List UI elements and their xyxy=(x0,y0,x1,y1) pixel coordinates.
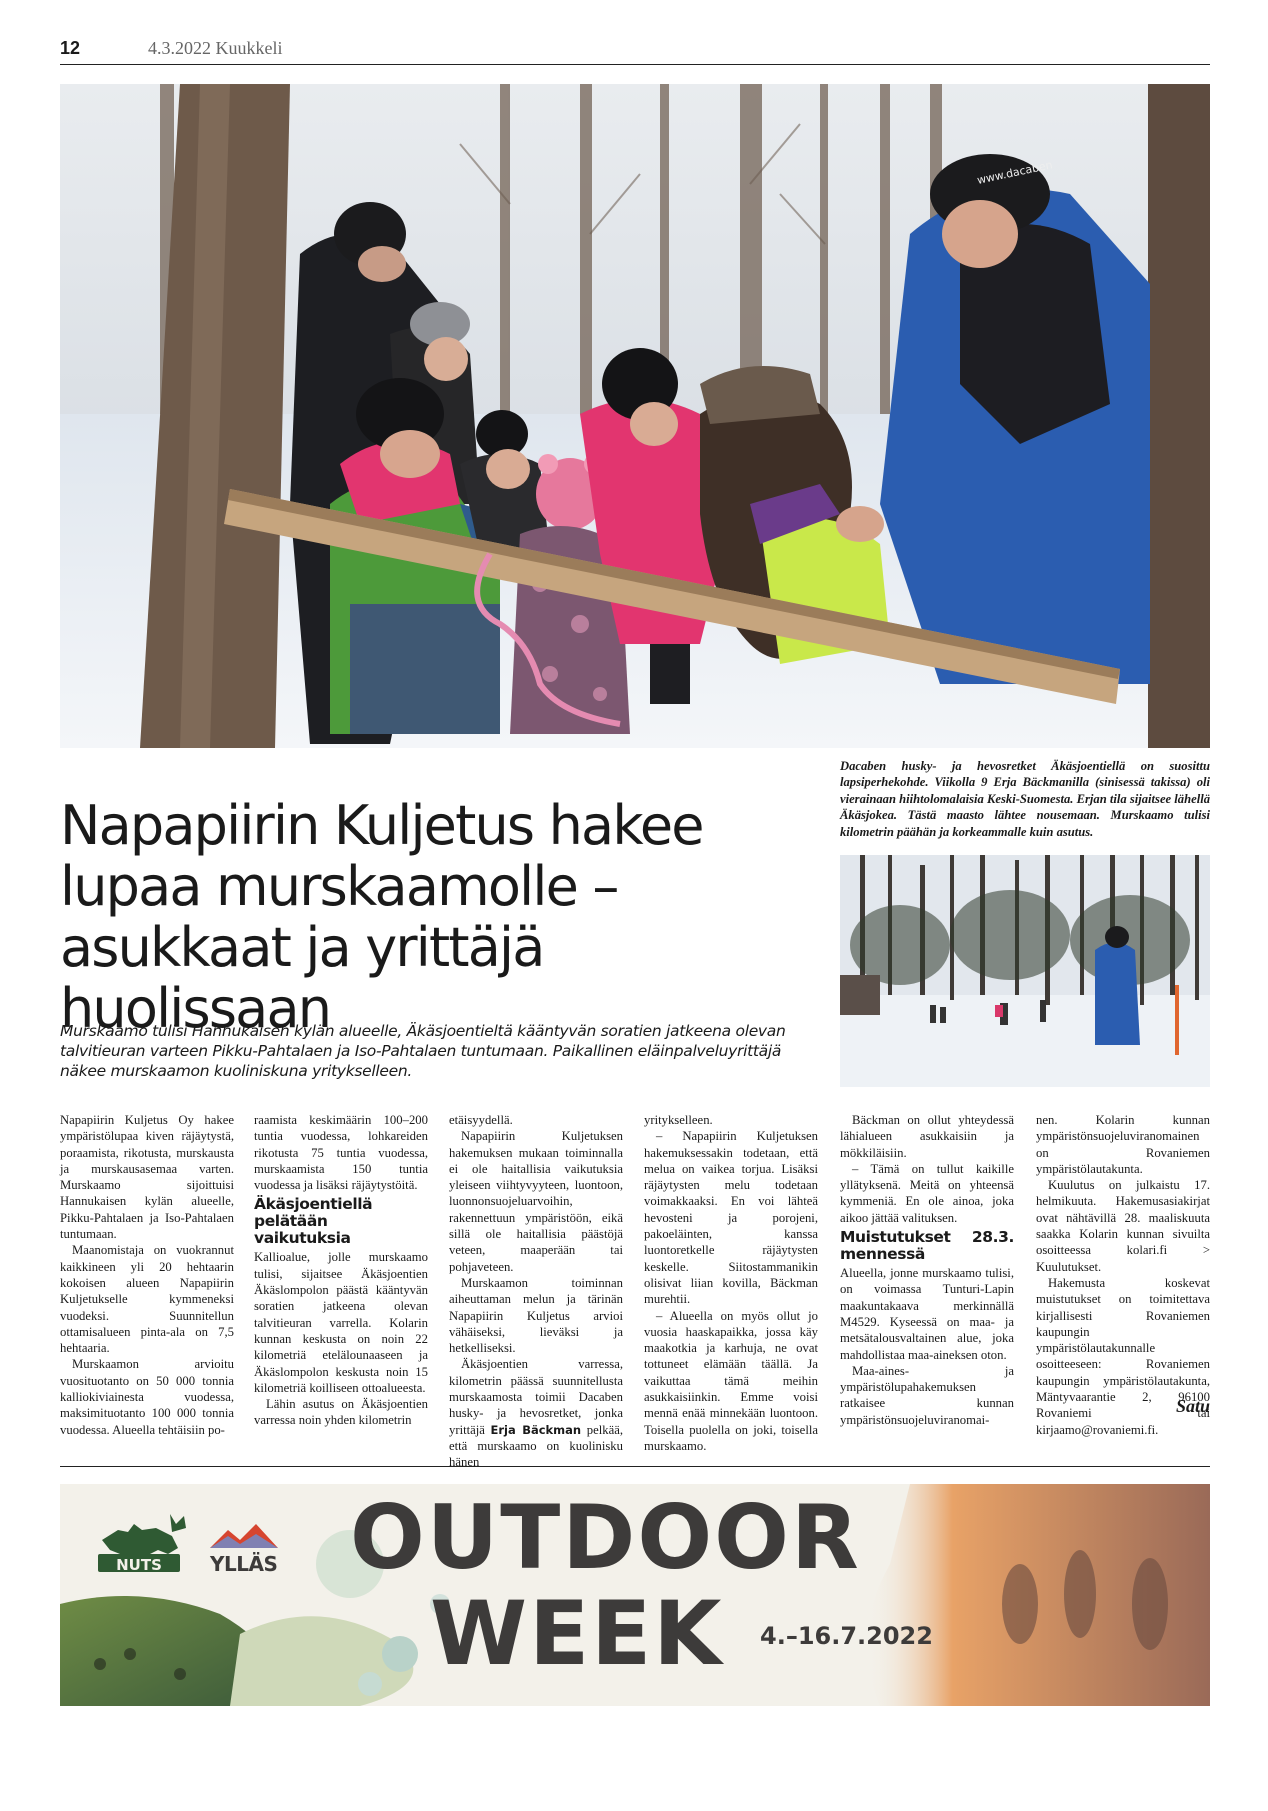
ad-dates: 4.–16.7.2022 xyxy=(760,1622,933,1650)
body-column-3: etäisyydellä. Napapiirin Kuljetuksen hak… xyxy=(449,1112,623,1471)
main-photo-illustration: www.dacaben xyxy=(60,84,1210,748)
yllas-logo: YLLÄS xyxy=(210,1552,278,1576)
secondary-photo-illustration xyxy=(840,855,1210,1087)
issue-date: 4.3.2022 Kuukkeli xyxy=(148,38,283,58)
body-column-1: Napapiirin Kuljetus Oy hakee ympäristölu… xyxy=(60,1112,234,1438)
body-column-4: yritykselleen. – Napapiirin Kuljetuksen … xyxy=(644,1112,818,1454)
paragraph: Murskaamon arvioitu vuosituotanto on 50 … xyxy=(60,1357,234,1437)
paragraph: Kallioalue, jolle murskaamo tulisi, sija… xyxy=(254,1250,428,1395)
photo-caption: Dacaben husky- ja hevosretket Äkäsjoenti… xyxy=(840,759,1210,839)
author-signature: Satu xyxy=(1175,1396,1210,1416)
page-number: 12 xyxy=(60,38,81,58)
subheading: Äkäsjoentiellä pelätään vaikutuksia xyxy=(254,1195,373,1248)
body-column-5: Bäckman on ollut yhteydessä lähialueen a… xyxy=(840,1112,1014,1428)
paragraph: Murskaamon toiminnan aiheuttaman melun j… xyxy=(449,1275,623,1356)
person-name: Erja Bäckman xyxy=(490,1422,582,1437)
ad-title-outdoor: OUTDOOR xyxy=(350,1486,861,1589)
page-header: 12 4.3.2022 Kuukkeli xyxy=(60,38,1210,65)
paragraph: Maanomistaja on vuokrannut kaikkineen yl… xyxy=(60,1243,234,1356)
paragraph: Napapiirin Kuljetuksen hakemuksen mukaan… xyxy=(449,1129,623,1274)
paragraph: raamista keskimäärin 100–200 tuntia vuod… xyxy=(254,1113,428,1193)
headline: Napapiirin Kuljetus hakee lupaa murskaam… xyxy=(60,794,705,1040)
paragraph: yritykselleen. xyxy=(644,1113,713,1127)
paragraph: Napapiirin Kuljetus Oy hakee ympäristölu… xyxy=(60,1113,234,1242)
paragraph: Lähin asutus on Äkäsjoentien varressa no… xyxy=(254,1397,428,1428)
lead-paragraph: Murskaamo tulisi Hannukaisen kylän aluee… xyxy=(60,1022,786,1080)
advertisement-banner[interactable]: NUTS YLLÄS OUTDOOR WEEK 4.–16.7.2022 xyxy=(60,1484,1210,1706)
nuts-logo: NUTS xyxy=(116,1556,162,1574)
paragraph: Äkäsjoentien varressa, kilometrin päässä… xyxy=(449,1356,623,1470)
paragraph: Maa-aines- ja ympäristölupahakemuksen ra… xyxy=(840,1363,1014,1427)
body-column-2: raamista keskimäärin 100–200 tuntia vuod… xyxy=(254,1112,428,1429)
paragraph: – Alueella on myös ollut jo vuosia haask… xyxy=(644,1308,818,1453)
paragraph: Bäckman on ollut yhteydessä lähialueen a… xyxy=(840,1113,1014,1160)
body-column-6: nen. Kolarin kunnan ympäristönsuojeluvir… xyxy=(1036,1112,1210,1438)
paragraph: – Tämä on tullut kaikille yllätyksenä. M… xyxy=(840,1161,1014,1225)
main-photo: www.dacaben xyxy=(60,84,1210,748)
subheading: Muistutukset 28.3. mennessä xyxy=(840,1228,1014,1264)
paragraph: Kuulutus on julkaistu 17. helmikuuta. Ha… xyxy=(1036,1178,1210,1274)
secondary-photo xyxy=(840,855,1210,1087)
paragraph: – Napapiirin Kuljetuksen hakemuksessakin… xyxy=(644,1129,818,1307)
paragraph: etäisyydellä. xyxy=(449,1113,513,1127)
divider xyxy=(60,1466,1210,1467)
paragraph: Alueella, jonne murskaamo tulisi, on voi… xyxy=(840,1266,1014,1362)
paragraph: nen. Kolarin kunnan ympäristönsuojeluvir… xyxy=(1036,1113,1210,1176)
